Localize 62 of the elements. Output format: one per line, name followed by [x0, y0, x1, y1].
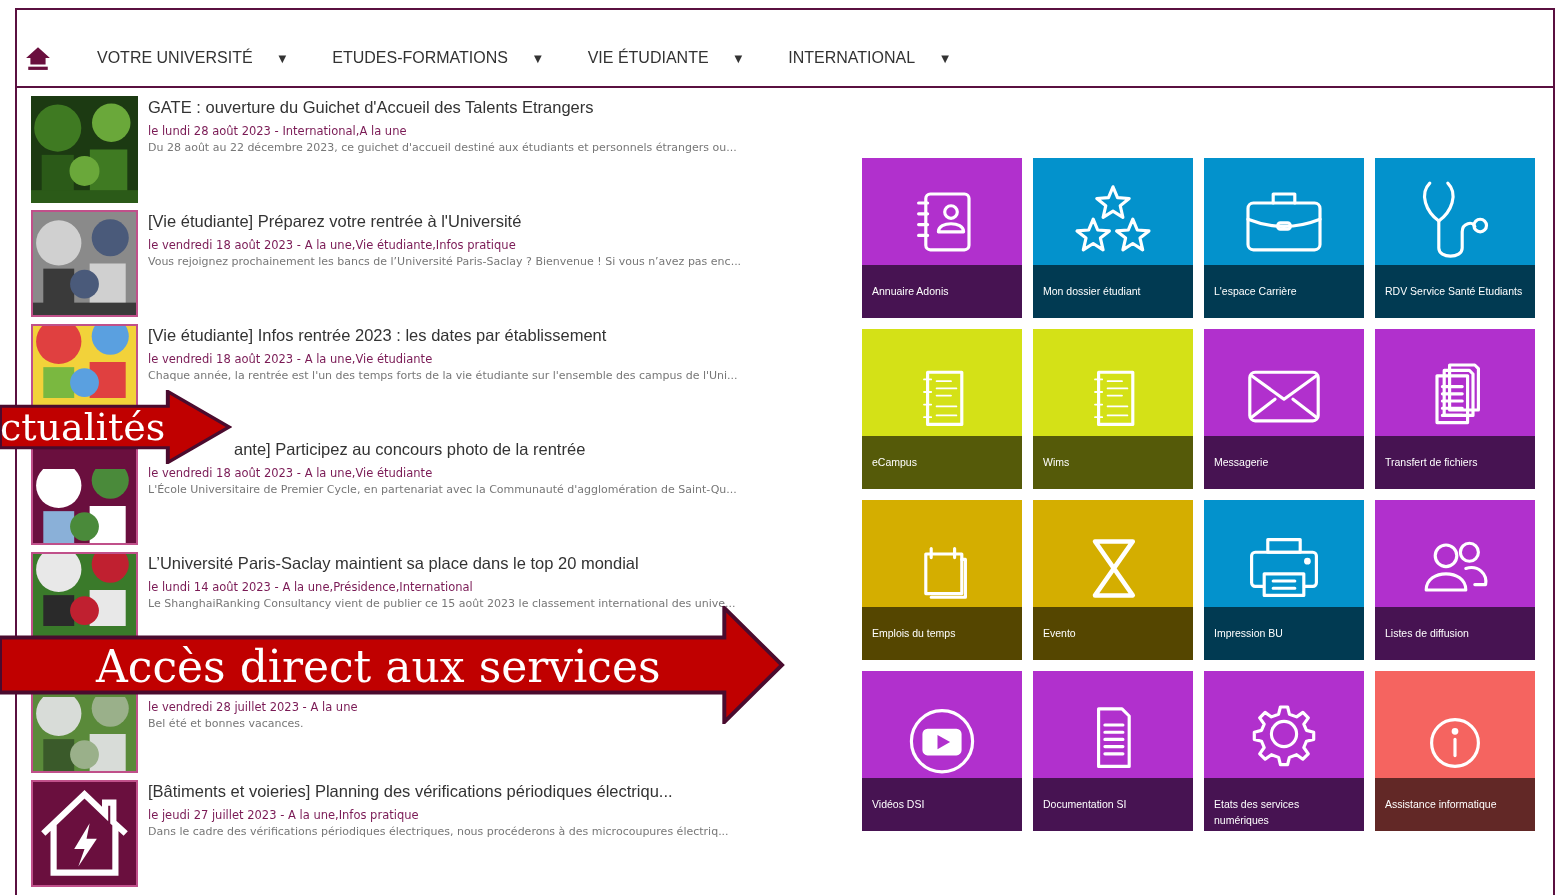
callout-label: ctualités [0, 404, 166, 450]
briefcase-icon [1246, 192, 1322, 252]
news-title[interactable]: [Bâtiments et voieries] Planning des vérifications périodiques électriqu... [148, 780, 673, 802]
stethoscope-icon [1422, 181, 1489, 258]
news-title[interactable]: [Vie étudiante] Préparez votre rentrée à l'Université [148, 210, 522, 232]
service-tile[interactable]: Vidéos DSI [862, 671, 1022, 831]
service-tile[interactable]: Impression BU [1204, 500, 1364, 660]
service-tile[interactable]: Annuaire Adonis [862, 158, 1022, 318]
news-summary: L'École Universitaire de Premier Cycle, en partenariat avec la Communauté d'agglomération de Saint-Qu... [148, 483, 737, 496]
caret-icon[interactable]: ▼ [534, 52, 542, 64]
nav-link[interactable]: ETUDES-FORMATIONS [332, 49, 508, 67]
news-title[interactable]: L’Université Paris-Saclay maintient sa place dans le top 20 mondial [148, 552, 639, 574]
callout-label: Accès direct aux services [96, 642, 661, 692]
service-tile[interactable]: Wims [1033, 329, 1193, 489]
files-icon [1435, 363, 1480, 425]
printer-icon [1250, 538, 1318, 597]
play-icon [909, 709, 975, 774]
news-summary: Dans le cadre des vérifications périodiques électriques, nous procéderons à des microcoupures électriq... [148, 825, 729, 838]
hourglass-icon [1092, 539, 1136, 598]
nav-link[interactable]: VOTRE UNIVERSITÉ [97, 49, 253, 67]
news-summary: Du 28 août au 22 décembre 2023, ce guichet d'accueil destiné aux étudiants et personnels étrangers ou... [148, 141, 737, 154]
service-tile[interactable]: Etats des services numériques [1204, 671, 1364, 831]
news-summary: Vous rejoignez prochainement les bancs de l’Université Paris-Saclay ? Bienvenue ! Si vous n’avez pas enc... [148, 255, 742, 268]
caret-icon[interactable]: ▼ [278, 52, 287, 64]
service-tile[interactable]: L'espace Carrière [1204, 158, 1364, 318]
settings-icon [1252, 705, 1316, 767]
service-tile[interactable]: Messagerie [1204, 329, 1364, 489]
service-tile[interactable]: Transfert de fichiers [1375, 329, 1535, 489]
news-summary: Bel été et bonnes vacances. [148, 717, 304, 730]
stars-icon [1075, 185, 1151, 252]
service-tile[interactable]: RDV Service Santé Etudiants [1375, 158, 1535, 318]
service-tile[interactable]: Documentation SI [1033, 671, 1193, 831]
notebook-icon [1094, 370, 1135, 426]
service-tile[interactable]: Assistance informatique [1375, 671, 1535, 831]
envelope-icon [1248, 370, 1320, 423]
news-meta: le lundi 28 août 2023 - International,A la une [148, 124, 407, 138]
nav-link[interactable]: INTERNATIONAL [788, 49, 916, 67]
contact-book-icon [917, 192, 971, 252]
news-meta: le lundi 14 août 2023 - A la une,Présidence,International [148, 580, 473, 594]
service-tile[interactable]: Mon dossier étudiant [1033, 158, 1193, 318]
service-tile[interactable]: Emplois du temps [862, 500, 1022, 660]
news-meta: le vendredi 18 août 2023 - A la une,Vie étudiante [148, 466, 433, 480]
news-meta: le vendredi 18 août 2023 - A la une,Vie étudiante,Infos pratique [148, 238, 516, 252]
news-meta: le vendredi 28 juillet 2023 - A la une [148, 700, 358, 714]
news-title[interactable]: [Vie étudiante] Infos rentrée 2023 : les dates par établissement [148, 324, 607, 346]
people-icon [1424, 541, 1488, 592]
nav-link[interactable]: VIE ÉTUDIANTE [587, 49, 709, 67]
news-title[interactable]: ante] Participez au concours photo de la rentrée [234, 438, 586, 460]
news-title[interactable]: GATE : ouverture du Guichet d'Accueil des Talents Etrangers [148, 96, 594, 118]
news-summary: Le ShanghaiRanking Consultancy vient de publier ce 15 août 2023 le classement international des unive... [148, 597, 736, 610]
service-tile[interactable]: eCampus [862, 329, 1022, 489]
calendar-icon [924, 547, 967, 599]
document-icon [1097, 707, 1131, 768]
news-meta: le jeudi 27 juillet 2023 - A la une,Infos pratique [148, 808, 419, 822]
caret-icon[interactable]: ▼ [941, 52, 949, 64]
info-icon [1430, 718, 1480, 768]
news-summary: Chaque année, la rentrée est l'un des temps forts de la vie étudiante sur l'ensemble des campus de l'Uni... [148, 369, 738, 382]
notebook-icon [923, 370, 964, 426]
service-tile[interactable]: Listes de diffusion [1375, 500, 1535, 660]
news-meta: le vendredi 18 août 2023 - A la une,Vie étudiante [148, 352, 433, 366]
caret-icon[interactable]: ▼ [734, 52, 743, 64]
service-tile[interactable]: Evento [1033, 500, 1193, 660]
